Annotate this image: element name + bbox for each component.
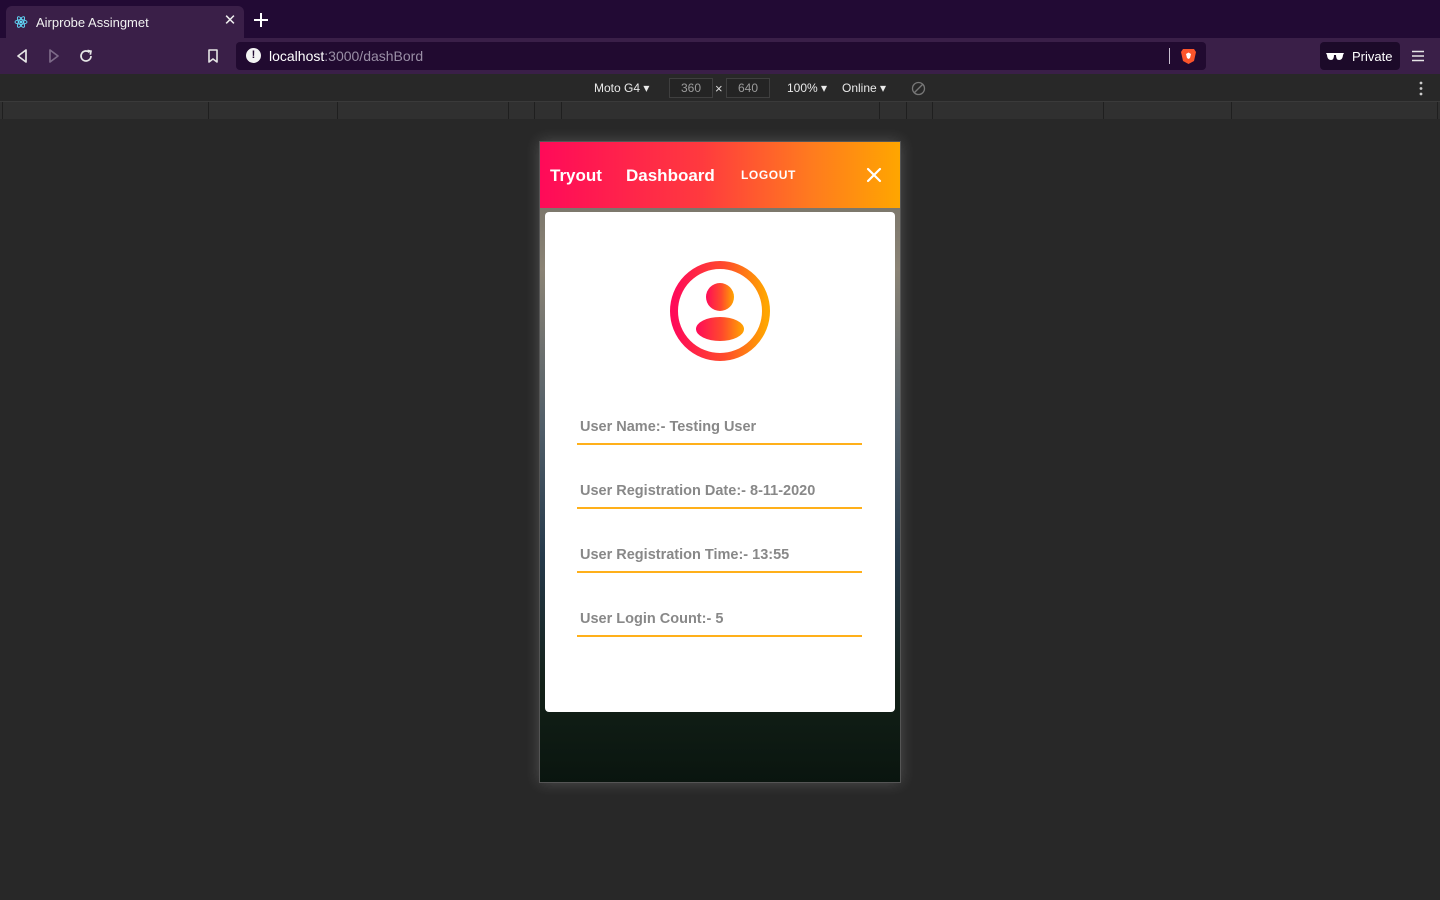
tab-close-icon[interactable]: ✕ bbox=[222, 12, 238, 30]
rotate-icon[interactable] bbox=[911, 81, 926, 96]
profile-card: User Name:- Testing User User Registrati… bbox=[545, 212, 895, 712]
back-icon[interactable] bbox=[13, 47, 31, 65]
ruler-segment bbox=[879, 102, 880, 119]
close-menu-icon[interactable] bbox=[866, 167, 882, 183]
hamburger-menu-icon[interactable] bbox=[1411, 49, 1425, 63]
tab-title: Airprobe Assingmet bbox=[36, 15, 149, 30]
ruler-segment bbox=[2, 102, 3, 119]
ruler-segment bbox=[561, 102, 562, 119]
device-label: Moto G4 bbox=[594, 81, 641, 95]
user-name-text: User Name:- Testing User bbox=[580, 419, 757, 435]
login-count-field: User Login Count:- 5 bbox=[577, 603, 862, 637]
url-text[interactable]: localhost:3000/dashBord bbox=[269, 48, 423, 64]
registration-date-text: User Registration Date:- 8-11-2020 bbox=[580, 483, 816, 499]
ruler-segment bbox=[906, 102, 907, 119]
network-label: Online bbox=[842, 81, 877, 95]
site-info-icon[interactable]: ! bbox=[246, 48, 261, 63]
device-viewport: Tryout Dashboard LOGOUT User Name:- Test… bbox=[539, 141, 901, 783]
private-window-button[interactable]: Private bbox=[1320, 42, 1400, 70]
address-bar[interactable]: ! localhost:3000/dashBord bbox=[236, 42, 1206, 70]
zoom-label: 100% bbox=[787, 81, 818, 95]
app-navbar: Tryout Dashboard LOGOUT bbox=[540, 142, 900, 208]
nav-dashboard-link[interactable]: Dashboard bbox=[626, 166, 715, 186]
ruler-segment bbox=[932, 102, 933, 119]
browser-toolbar: ! localhost:3000/dashBord Private bbox=[0, 38, 1440, 74]
browser-tab-bar: Airprobe Assingmet ✕ bbox=[0, 0, 1440, 38]
browser-tab[interactable]: Airprobe Assingmet ✕ bbox=[6, 6, 244, 38]
react-icon bbox=[14, 16, 28, 28]
user-name-field: User Name:- Testing User bbox=[577, 411, 862, 445]
media-query-ruler bbox=[0, 102, 1440, 119]
ruler-segment bbox=[337, 102, 338, 119]
logout-button[interactable]: LOGOUT bbox=[741, 168, 796, 182]
device-toolbar: Moto G4 ▾ 360 × 640 100% ▾ Online ▾ bbox=[0, 74, 1440, 102]
ruler-segment bbox=[208, 102, 209, 119]
dimension-times: × bbox=[715, 81, 723, 96]
user-avatar-icon bbox=[670, 261, 770, 361]
ruler-segment bbox=[1103, 102, 1104, 119]
private-glasses-icon bbox=[1326, 53, 1344, 60]
zoom-select[interactable]: 100% ▾ bbox=[787, 81, 827, 95]
brand-link[interactable]: Tryout bbox=[550, 166, 602, 186]
device-select[interactable]: Moto G4 ▾ bbox=[594, 81, 649, 95]
more-options-icon[interactable] bbox=[1419, 81, 1423, 96]
ruler-segment bbox=[1231, 102, 1232, 119]
login-count-text: User Login Count:- 5 bbox=[580, 611, 724, 627]
url-separator bbox=[1169, 48, 1170, 64]
height-input[interactable]: 640 bbox=[726, 78, 770, 98]
forward-icon[interactable] bbox=[45, 47, 63, 65]
network-select[interactable]: Online ▾ bbox=[842, 81, 886, 95]
new-tab-icon[interactable] bbox=[252, 11, 270, 29]
registration-time-field: User Registration Time:- 13:55 bbox=[577, 539, 862, 573]
registration-time-text: User Registration Time:- 13:55 bbox=[580, 547, 790, 563]
ruler-segment bbox=[534, 102, 535, 119]
brave-shields-icon[interactable] bbox=[1180, 47, 1197, 65]
private-label: Private bbox=[1352, 49, 1393, 64]
ruler-segment bbox=[1437, 102, 1438, 119]
url-host: localhost bbox=[269, 48, 325, 64]
width-input[interactable]: 360 bbox=[669, 78, 713, 98]
bookmark-icon[interactable] bbox=[204, 47, 222, 65]
registration-date-field: User Registration Date:- 8-11-2020 bbox=[577, 475, 862, 509]
ruler-segment bbox=[508, 102, 509, 119]
reload-icon[interactable] bbox=[77, 47, 95, 65]
url-path: :3000/dashBord bbox=[324, 48, 424, 64]
